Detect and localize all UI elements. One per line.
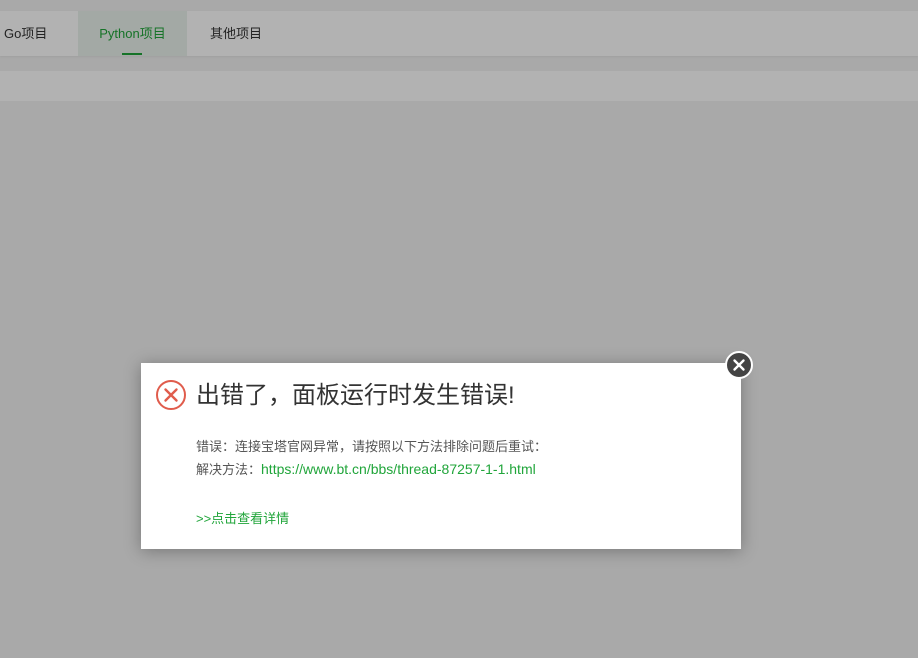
error-message: 错误：连接宝塔官网异常，请按照以下方法排除问题后重试： (196, 439, 548, 454)
solution-link[interactable]: https://www.bt.cn/bbs/thread-87257-1-1.h… (261, 461, 536, 477)
error-dialog: 出错了，面板运行时发生错误! 错误：连接宝塔官网异常，请按照以下方法排除问题后重… (141, 363, 741, 549)
solution-line: 解决方法：https://www.bt.cn/bbs/thread-87257-… (196, 459, 536, 478)
view-details-link[interactable]: >>点击查看详情 (196, 508, 289, 527)
modal-overlay (0, 0, 918, 658)
error-circle-x-icon (156, 380, 186, 410)
close-icon[interactable] (725, 351, 753, 379)
dialog-title: 出错了，面板运行时发生错误! (196, 382, 515, 409)
solution-label: 解决方法： (196, 462, 262, 477)
